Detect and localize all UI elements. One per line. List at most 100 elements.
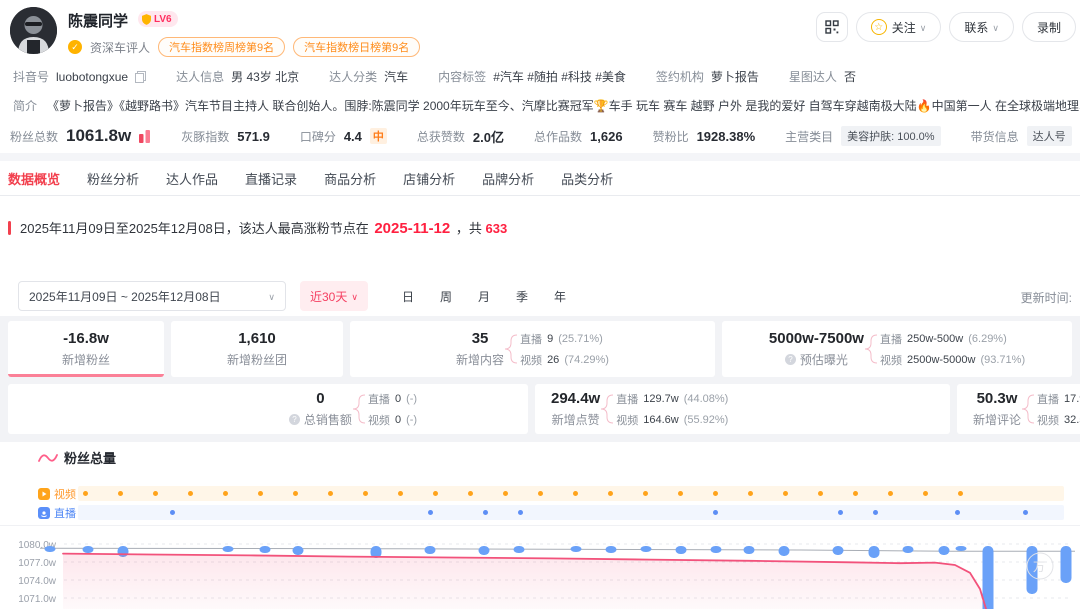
breakdown-row: 视频 0 (-) xyxy=(368,412,417,428)
metric-card[interactable]: 5000w-7500w 预估曝光 直播 250w-500w (6.29%) 视频 2500w… xyxy=(722,321,1072,377)
tab-item[interactable]: 达人作品 xyxy=(166,169,218,188)
metric-card[interactable]: 294.4w 新增点赞 直播 129.7w (44.08%) 视频 164.6w (55.92… xyxy=(535,384,950,434)
breakdown-name: 直播 xyxy=(1037,393,1060,406)
tab-item[interactable]: 直播记录 xyxy=(245,169,297,188)
video-dot xyxy=(678,491,683,496)
breakdown-name: 直播 xyxy=(520,333,543,346)
card-label-text: 新增点赞 xyxy=(551,413,600,427)
live-days-band xyxy=(78,505,1064,520)
metric-card[interactable]: -16.8w 新增粉丝 xyxy=(8,321,164,377)
card-label: 新增内容 xyxy=(456,351,504,368)
tab-item[interactable]: 粉丝分析 xyxy=(87,169,139,188)
card-label-text: 新增内容 xyxy=(456,353,505,367)
filter-option[interactable]: 季 xyxy=(508,282,536,310)
video-dot xyxy=(643,491,648,496)
card-label: 总销售额 xyxy=(288,411,352,428)
video-dot xyxy=(923,491,928,496)
video-dot xyxy=(958,491,963,496)
contact-label: 联系 xyxy=(964,20,989,35)
info-field: 星图达人否 xyxy=(789,68,856,85)
filter-option[interactable]: 月 xyxy=(470,282,498,310)
info-field-label: 达人分类 xyxy=(329,70,378,84)
video-dot xyxy=(398,491,403,496)
metric-card[interactable]: 1,610 新增粉丝团 xyxy=(171,321,343,377)
quick-range-select[interactable]: 近30天 xyxy=(300,281,368,311)
svg-text:1077.0w: 1077.0w xyxy=(18,558,57,569)
card-label: 预估曝光 xyxy=(784,351,848,368)
rank-badge[interactable]: 汽车指数榜周榜第9名 xyxy=(158,37,286,57)
tab-item[interactable]: 品牌分析 xyxy=(482,169,534,188)
filter-option[interactable]: 周 xyxy=(432,282,460,310)
card-main: 0 总销售额 xyxy=(288,390,352,428)
stat-label: 主营类目 xyxy=(785,129,834,144)
breakdown-name: 视频 xyxy=(616,414,639,427)
breakdown-bracket xyxy=(352,394,365,424)
follow-button[interactable]: 关注 xyxy=(855,12,942,42)
card-label: 新增粉丝团 xyxy=(227,351,287,368)
card-main: 50.3w 新增评论 xyxy=(973,390,1021,428)
video-dot xyxy=(83,491,88,496)
card-label-text: 总销售额 xyxy=(303,413,352,427)
video-dot xyxy=(853,491,858,496)
svg-text:1074.0w: 1074.0w xyxy=(18,576,57,587)
breakdown-pct: (6.29%) xyxy=(968,332,1007,345)
card-main: 35 新增内容 xyxy=(456,330,504,368)
breakdown-value: 0 xyxy=(394,413,402,426)
breakdown-row: 视频 2500w-5000w (93.71%) xyxy=(880,352,1025,368)
avatar-image xyxy=(10,7,57,54)
wave-icon xyxy=(38,453,58,462)
breakdown-row: 视频 164.6w (55.92%) xyxy=(616,412,728,428)
breakdown-bracket xyxy=(505,334,518,364)
level-shield-icon xyxy=(142,13,151,25)
stats-bar: 粉丝总数 1061.8w 灰豚指数 571.9 口碑分 4.4 中 总获赞数 2.0亿 总作品数 1… xyxy=(10,126,1080,146)
info-icon xyxy=(288,414,300,425)
card-value: 294.4w xyxy=(551,390,601,407)
rank-badge[interactable]: 汽车指数榜日榜第9名 xyxy=(293,37,421,57)
record-label: 录制 xyxy=(1036,20,1061,35)
chevron-down-icon xyxy=(916,20,927,34)
video-dot xyxy=(363,491,368,496)
filter-option[interactable]: 年 xyxy=(546,282,574,310)
stat-value: 1,626 xyxy=(590,128,623,144)
video-days-band xyxy=(78,486,1064,501)
video-icon xyxy=(38,487,50,500)
creator-analytics-page: 陈震同学 LV6 ✓ 资深车评人 汽车指数榜周榜第9名 汽车指数榜日榜第9名 ☆… xyxy=(0,0,1080,609)
breakdown-row: 直播 0 (-) xyxy=(368,391,417,407)
bio-label: 简介 xyxy=(13,99,38,113)
metric-card[interactable]: 35 新增内容 直播 9 (25.71%) 视频 26 (74.29%) xyxy=(350,321,715,377)
card-main: 294.4w 新增点赞 xyxy=(551,390,600,428)
tab-item[interactable]: 品类分析 xyxy=(561,169,613,188)
video-dot xyxy=(433,491,438,496)
stat-item: 总获赞数 2.0亿 xyxy=(417,127,504,146)
video-dot xyxy=(748,491,753,496)
stat-value: 1061.8w xyxy=(66,126,132,145)
info-field-label: 抖音号 xyxy=(13,70,50,84)
metric-cards: -16.8w 新增粉丝 1,610 新增粉丝团 35 新增内容 直播 9 (25.71%) 视频 2… xyxy=(0,316,1080,442)
tab-item[interactable]: 数据概览 xyxy=(8,169,60,188)
copy-icon[interactable] xyxy=(135,70,147,83)
filter-option[interactable]: 日 xyxy=(394,282,422,310)
record-button[interactable]: 录制 xyxy=(1021,12,1076,42)
chevron-down-icon xyxy=(347,289,358,303)
metric-card[interactable]: 0 总销售额 直播 0 (-) 视频 0 (-) xyxy=(8,384,528,434)
card-label: 新增评论 xyxy=(973,411,1021,428)
stat-label: 赞粉比 xyxy=(652,129,689,144)
contact-button[interactable]: 联系 xyxy=(949,12,1014,42)
update-time-label: 更新时间: xyxy=(1020,291,1072,305)
info-field: 抖音号 luobotongxue xyxy=(13,68,147,85)
active-indicator xyxy=(8,374,164,377)
tab-item[interactable]: 店铺分析 xyxy=(403,169,455,188)
metric-card[interactable]: 50.3w新增评论直播17.9w(35.51%)视频32.5w(64.49%) xyxy=(957,384,1080,434)
video-dot xyxy=(538,491,543,496)
breakdown-name: 直播 xyxy=(879,333,902,346)
info-section: 抖音号 luobotongxue 达人信息男 43岁 北京 达人分类 汽车 内容标签 #汽车… xyxy=(13,68,1080,114)
breakdown-row: 直播 9 (25.71%) xyxy=(520,331,609,347)
level-text: LV6 xyxy=(154,13,172,25)
chart-title-text: 粉丝总量 xyxy=(64,451,117,466)
qr-code-button[interactable] xyxy=(815,12,848,42)
card-breakdown: 直播 9 (25.71%) 视频 26 (74.29%) xyxy=(520,331,609,368)
video-dot xyxy=(328,491,333,496)
date-range-select[interactable]: 2025年11月09日 ~ 2025年12月08日 xyxy=(18,281,286,311)
tab-item[interactable]: 商品分析 xyxy=(324,169,376,188)
live-icon xyxy=(38,506,50,519)
